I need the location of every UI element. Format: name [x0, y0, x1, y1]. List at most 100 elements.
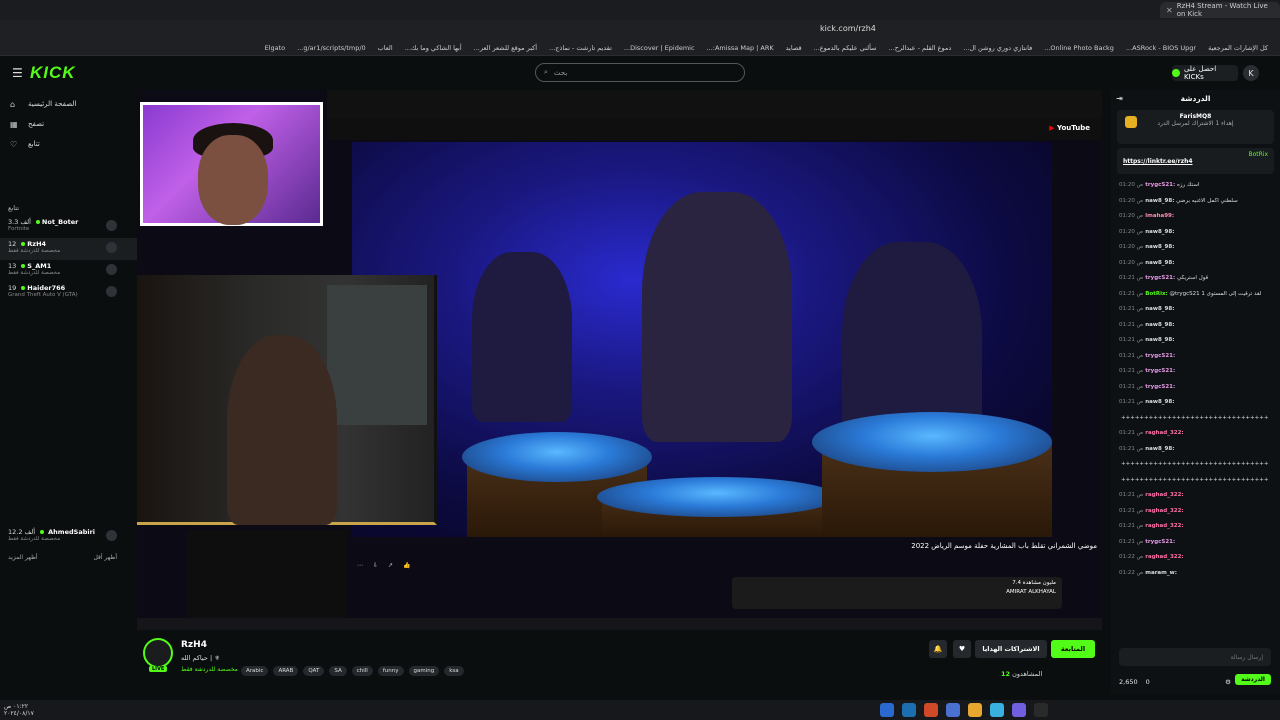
- sidebar-nav-item[interactable]: الصفحة الرئيسية ⌂: [0, 94, 137, 114]
- bookmark-item[interactable]: فانتازي دوري روشن ال...: [963, 44, 1032, 52]
- bookmark-item[interactable]: تقديم تارشت - نماذج...: [549, 44, 612, 52]
- message-user[interactable]: raghad_322:: [1145, 554, 1183, 560]
- stream-tag[interactable]: funny: [377, 666, 404, 676]
- share-icon[interactable]: ↗: [388, 562, 393, 569]
- points-count[interactable]: 2,650: [1119, 678, 1138, 686]
- bookmark-item[interactable]: Discover | Epidemic...: [624, 44, 695, 52]
- bookmarks-bar: كل الإشارات المرجعية ASRock - BIOS Upgr..…: [0, 40, 1280, 56]
- search-input[interactable]: ⌕ بحث: [535, 63, 745, 82]
- message-user[interactable]: trygcS21:: [1145, 353, 1175, 359]
- message-user[interactable]: naw8_98:: [1145, 322, 1174, 328]
- notification-button[interactable]: 🔔: [929, 640, 947, 658]
- bookmark-item[interactable]: كل الإشارات المرجعية: [1208, 44, 1268, 52]
- stream-tag[interactable]: ARAB: [273, 666, 299, 676]
- bookmark-item[interactable]: ASRock - BIOS Upgr...: [1126, 44, 1196, 52]
- os-taskbar: ٠١:٢٢ ص ٢٠٢٤/٠٨/١٧: [0, 700, 1280, 720]
- message-user[interactable]: maram_w:: [1145, 570, 1177, 576]
- like-icon[interactable]: 👍: [403, 562, 410, 569]
- message-user[interactable]: trygcS21:: [1145, 182, 1175, 188]
- app-icon[interactable]: [990, 703, 1004, 717]
- message-user[interactable]: trygcS21:: [1145, 275, 1175, 281]
- app-icon[interactable]: [880, 703, 894, 717]
- stream-tag[interactable]: gaming: [408, 666, 440, 676]
- streamer-name[interactable]: RzH4: [181, 640, 207, 650]
- message-user[interactable]: raghad_322:: [1145, 523, 1183, 529]
- stream-tag[interactable]: ksa: [444, 666, 464, 676]
- sidebar-channel[interactable]: 13 S_AM1 مخصصة للدردشة فقط: [0, 260, 137, 282]
- kick-logo[interactable]: KICK: [30, 63, 76, 83]
- chat-message: 01:21 ص raghad_322:: [1119, 488, 1272, 504]
- download-icon[interactable]: ⇩: [373, 562, 378, 569]
- user-avatar[interactable]: K: [1243, 65, 1259, 81]
- stream-tag[interactable]: Arabic: [241, 666, 269, 676]
- message-user[interactable]: naw8_98:: [1145, 306, 1174, 312]
- app-icon[interactable]: [968, 703, 982, 717]
- show-less-link[interactable]: أظهر أقل: [93, 554, 117, 561]
- stream-tag[interactable]: chill: [351, 666, 373, 676]
- bookmark-item[interactable]: أكبر موقع للشعر العر...: [474, 44, 537, 52]
- channel-viewers: 13: [8, 262, 17, 270]
- gift-subscriptions-button[interactable]: الاشتراكات الهدايا: [975, 640, 1047, 658]
- message-user[interactable]: lmaha99:: [1145, 213, 1174, 219]
- message-user[interactable]: naw8_98:: [1145, 198, 1174, 204]
- message-user[interactable]: raghad_322:: [1145, 430, 1183, 436]
- message-user[interactable]: trygcS21:: [1145, 384, 1175, 390]
- chat-input[interactable]: إرسال رسالة: [1119, 648, 1271, 666]
- url-text[interactable]: kick.com/rzh4: [820, 24, 876, 33]
- get-kicks-button[interactable]: احصل على KICKs: [1172, 65, 1238, 81]
- message-user[interactable]: naw8_98:: [1145, 229, 1174, 235]
- bookmark-item[interactable]: Amissa Map | ARK:...: [707, 44, 774, 52]
- sidebar-nav-item[interactable]: تتابع ♡: [0, 134, 137, 154]
- follow-button[interactable]: المتابعة: [1051, 640, 1095, 658]
- chat-message: 01:20 ص naw8_98:: [1119, 240, 1272, 256]
- message-user[interactable]: naw8_98:: [1145, 244, 1174, 250]
- address-bar[interactable]: kick.com/rzh4: [0, 20, 1280, 40]
- show-more-link[interactable]: أظهر المزيد: [8, 554, 38, 561]
- message-user[interactable]: naw8_98:: [1145, 337, 1174, 343]
- stream-tag[interactable]: SA: [329, 666, 347, 676]
- bookmark-item[interactable]: العاب: [378, 44, 393, 52]
- app-icon[interactable]: [902, 703, 916, 717]
- bookmark-item[interactable]: دموع القلم - عبدالرح...: [889, 44, 952, 52]
- bookmark-item[interactable]: Elgato: [265, 44, 286, 52]
- yt-views: 7.4 مليون مشاهدة: [1012, 580, 1056, 586]
- bookmark-item[interactable]: أبها الشاكي وما بك...: [405, 44, 462, 52]
- message-user[interactable]: trygcS21:: [1145, 539, 1175, 545]
- zero-count[interactable]: 0: [1146, 678, 1150, 686]
- send-button[interactable]: الدردشة: [1235, 674, 1271, 685]
- message-user[interactable]: naw8_98:: [1145, 399, 1174, 405]
- video-player[interactable]: ▶ YouTube موضي الشمراني تقلط باب المشاري…: [137, 90, 1102, 630]
- app-icon[interactable]: [946, 703, 960, 717]
- message-user[interactable]: BotRix:: [1145, 291, 1167, 297]
- app-icon[interactable]: [924, 703, 938, 717]
- sidebar-channel[interactable]: 12 RzH4 مخصصة للدردشة فقط: [0, 238, 137, 260]
- sidebar-channel[interactable]: 3.3 ألف Not_Boter Fortnite: [0, 216, 137, 238]
- sidebar-nav-item[interactable]: تصفح ▦: [0, 114, 137, 134]
- bookmark-item[interactable]: Online Photo Backg...: [1044, 44, 1114, 52]
- message-time: 01:21 ص: [1119, 399, 1144, 405]
- stream-category[interactable]: مخصصة للدردشة فقط: [181, 666, 238, 673]
- message-user[interactable]: raghad_322:: [1145, 492, 1183, 498]
- more-icon[interactable]: ⋯: [357, 562, 363, 569]
- app-icon[interactable]: [1012, 703, 1026, 717]
- message-time: 01:21 ص: [1119, 383, 1144, 390]
- settings-icon[interactable]: ⚙: [1225, 678, 1231, 686]
- stream-tag[interactable]: QAT: [303, 666, 325, 676]
- message-user[interactable]: naw8_98:: [1145, 446, 1174, 452]
- sidebar-channel[interactable]: 12.2 ألف AhmedSabiri مخصصة للدردشة فقط: [0, 526, 137, 548]
- message-user[interactable]: naw8_98:: [1145, 260, 1174, 266]
- bookmark-item[interactable]: قصايد: [786, 44, 802, 52]
- bookmark-item[interactable]: g/ar1/scripts/tmp/0...: [297, 44, 366, 52]
- sidebar-channel[interactable]: 19 Haider766 Grand Theft Auto V (GTA): [0, 282, 137, 304]
- pinned-link[interactable]: https://linktr.ee/rzh4: [1123, 158, 1268, 165]
- menu-icon[interactable]: ☰: [12, 66, 23, 80]
- streamer-avatar[interactable]: [143, 638, 173, 668]
- favorite-button[interactable]: ♥: [953, 640, 971, 658]
- collapse-chat-icon[interactable]: ⇥: [1116, 94, 1123, 103]
- bookmark-item[interactable]: سألني عليكم بالدموع...: [814, 44, 877, 52]
- tab-active[interactable]: ✕ RzH4 Stream - Watch Live on Kick: [1160, 2, 1280, 18]
- close-icon[interactable]: ✕: [1166, 6, 1173, 15]
- message-user[interactable]: raghad_322:: [1145, 508, 1183, 514]
- message-user[interactable]: trygcS21:: [1145, 368, 1175, 374]
- app-icon[interactable]: [1034, 703, 1048, 717]
